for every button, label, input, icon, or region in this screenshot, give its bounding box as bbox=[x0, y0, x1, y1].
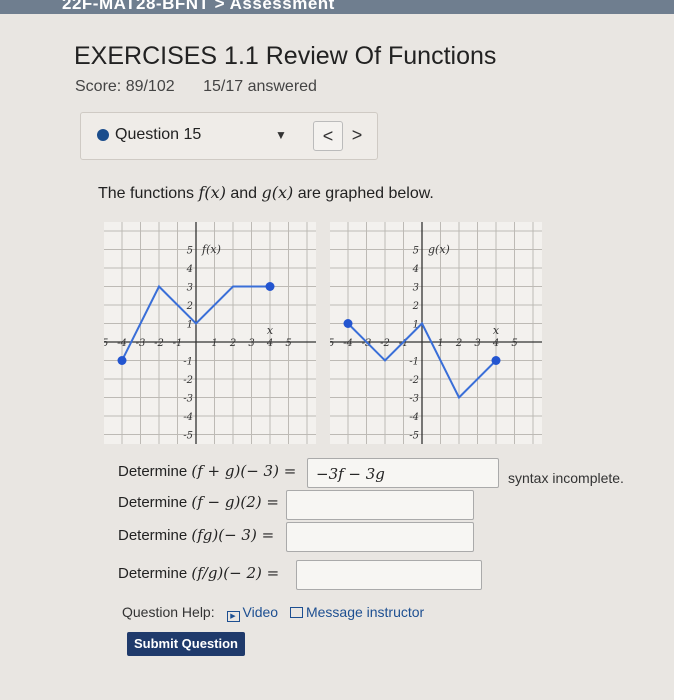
breadcrumb[interactable]: 22F-MAT28-BFNT > Assessment bbox=[62, 0, 335, 14]
y-tick-label: -4 bbox=[409, 412, 419, 423]
question-intro: The functions f(x) and g(x) are graphed … bbox=[98, 183, 434, 202]
y-tick-label: 2 bbox=[186, 301, 193, 312]
next-question-button[interactable]: > bbox=[343, 121, 371, 149]
x-tick-label: 1 bbox=[211, 338, 217, 349]
dropdown-caret-icon[interactable]: ▼ bbox=[275, 128, 287, 142]
endpoint-dot bbox=[491, 356, 501, 365]
y-tick-label: 5 bbox=[413, 246, 419, 257]
answer-f-plus-g-input[interactable]: −3f − 3g bbox=[307, 458, 499, 488]
x-tick-label: -5 bbox=[330, 338, 334, 349]
y-tick-label: -3 bbox=[409, 394, 419, 405]
message-instructor-link[interactable]: Message instructor bbox=[289, 604, 424, 620]
y-tick-label: -2 bbox=[409, 375, 419, 386]
y-tick-label: 4 bbox=[412, 264, 419, 275]
y-tick-label: -5 bbox=[183, 431, 193, 442]
top-bar: 22F-MAT28-BFNT > Assessment bbox=[0, 0, 674, 14]
x-tick-label: -2 bbox=[154, 338, 164, 349]
score-line: Score: 89/102 15/17 answered bbox=[75, 78, 341, 96]
question-status-dot bbox=[97, 129, 109, 141]
y-tick-label: -5 bbox=[409, 431, 419, 442]
question-selector[interactable]: Question 15 ▼ < > bbox=[80, 112, 378, 160]
page-title: EXERCISES 1.1 Review Of Functions bbox=[74, 42, 497, 70]
endpoint-dot bbox=[265, 282, 275, 291]
x-tick-label: 3 bbox=[248, 338, 254, 349]
submit-question-button[interactable]: Submit Question bbox=[127, 632, 245, 656]
mail-icon bbox=[289, 607, 303, 618]
y-tick-label: 1 bbox=[187, 320, 193, 331]
y-tick-label: -1 bbox=[409, 357, 419, 368]
x-tick-label: -4 bbox=[343, 338, 353, 349]
y-tick-label: -4 bbox=[183, 412, 193, 423]
endpoint-dot bbox=[343, 319, 353, 328]
row-f-times-g: Determine (fg)(− 3) = bbox=[118, 526, 275, 544]
row-f-plus-g: Determine (f + g)(− 3) = bbox=[118, 462, 297, 480]
answer-f-times-g-input[interactable] bbox=[286, 522, 474, 552]
video-icon: ▶ bbox=[226, 611, 240, 622]
y-tick-label: -1 bbox=[183, 357, 193, 368]
x-tick-label: -3 bbox=[136, 338, 146, 349]
x-tick-label: 2 bbox=[455, 338, 462, 349]
row-f-over-g: Determine (f/g)(− 2) = bbox=[118, 564, 280, 582]
answer-f-over-g-input[interactable] bbox=[296, 560, 482, 590]
syntax-message: syntax incomplete. bbox=[508, 470, 624, 486]
g-graph: -5-4-3-2-11234554321-1-2-3-4-5xg(x) bbox=[330, 222, 542, 444]
x-tick-label: 2 bbox=[229, 338, 236, 349]
y-tick-label: 3 bbox=[187, 283, 193, 294]
x-axis-label: x bbox=[493, 324, 500, 337]
answered-text: 15/17 answered bbox=[203, 78, 317, 95]
answer-f-minus-g-input[interactable] bbox=[286, 490, 474, 520]
x-tick-label: -1 bbox=[173, 338, 183, 349]
x-tick-label: 5 bbox=[285, 338, 291, 349]
y-tick-label: -3 bbox=[183, 394, 193, 405]
video-link[interactable]: ▶ Video bbox=[226, 604, 278, 622]
x-tick-label: -4 bbox=[117, 338, 127, 349]
endpoint-dot bbox=[117, 356, 127, 365]
x-tick-label: -5 bbox=[104, 338, 108, 349]
x-tick-label: 4 bbox=[266, 338, 273, 349]
question-help: Question Help: ▶ Video Message instructor bbox=[122, 604, 425, 622]
x-tick-label: 1 bbox=[437, 338, 443, 349]
question-label[interactable]: Question 15 bbox=[115, 126, 201, 144]
y-tick-label: 2 bbox=[412, 301, 419, 312]
previous-question-button[interactable]: < bbox=[313, 121, 343, 151]
row-f-minus-g: Determine (f − g)(2) = bbox=[118, 493, 279, 511]
y-tick-label: 5 bbox=[187, 246, 193, 257]
x-tick-label: 4 bbox=[492, 338, 499, 349]
y-tick-label: 3 bbox=[413, 283, 419, 294]
f-graph: -5 -4 -3 -2 -1 1 2 3 4 5 5 4 3 2 1 -1 -2 -3 -4 -5 x f(x) bbox=[104, 222, 316, 444]
y-tick-label: 4 bbox=[186, 264, 193, 275]
x-tick-label: -2 bbox=[380, 338, 390, 349]
function-label: g(x) bbox=[428, 243, 450, 256]
y-tick-label: -2 bbox=[183, 375, 193, 386]
x-tick-label: 3 bbox=[474, 338, 480, 349]
function-label: f(x) bbox=[201, 243, 221, 256]
score-text: Score: 89/102 bbox=[75, 78, 175, 95]
x-tick-label: 5 bbox=[511, 338, 517, 349]
x-axis-label: x bbox=[267, 324, 274, 337]
